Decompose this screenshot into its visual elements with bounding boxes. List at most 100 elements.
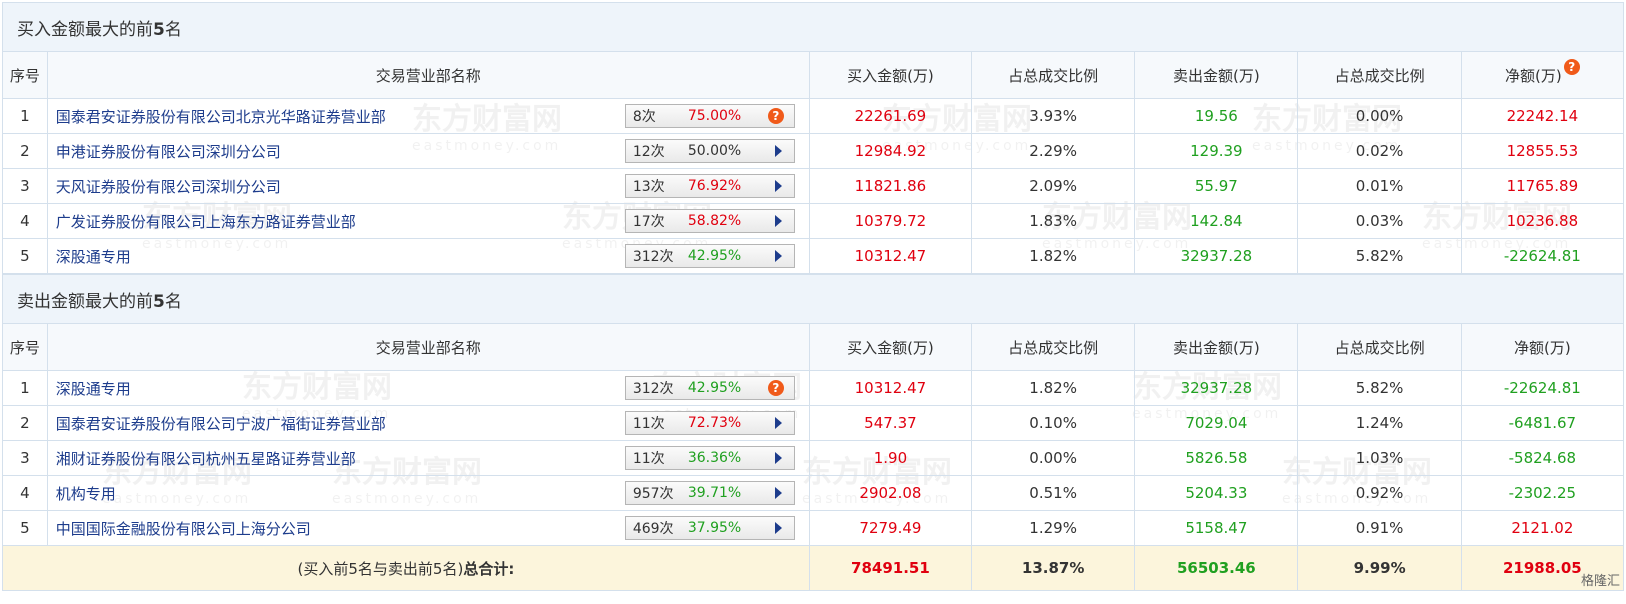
appear-count: 13次 [632, 179, 665, 195]
row-seq: 2 [2, 133, 48, 169]
history-stats-pill[interactable]: 13次 76.92% [624, 174, 795, 198]
sell-amount: 5826.58 [1134, 440, 1299, 476]
history-stats-pill[interactable]: 8次 75.00%? [624, 104, 795, 128]
table-row: 1 国泰君安证券股份有限公司北京光华路证券营业部 8次 75.00%? 22261.69… [2, 98, 1625, 134]
net-amount: -5824.68 [1460, 440, 1625, 476]
total-sell: 56503.46 [1134, 545, 1299, 591]
dept-name-link[interactable]: 湘财证券股份有限公司杭州五星路证券营业部 [56, 450, 356, 468]
net-help-icon[interactable]: ? [1563, 58, 1580, 75]
dept-name-link[interactable]: 深股通专用 [56, 380, 131, 398]
net-amount: -6481.67 [1460, 405, 1625, 441]
dept-name-link[interactable]: 国泰君安证券股份有限公司宁波广福街证券营业部 [56, 415, 386, 433]
sell-amount: 5158.47 [1134, 510, 1299, 546]
buy-ratio: 2.29% [971, 133, 1136, 169]
sell-section-title: 卖出金额最大的前5名 [2, 274, 1624, 324]
buy-ratio: 1.82% [971, 370, 1136, 406]
dept-name-link[interactable]: 中国国际金融股份有限公司上海分公司 [56, 520, 311, 538]
col-buy-ratio-header: 占总成交比例 [971, 323, 1136, 371]
expand-arrow-icon[interactable] [774, 452, 782, 464]
buy-ratio: 0.00% [971, 440, 1136, 476]
history-stats-pill[interactable]: 957次 39.71% [624, 481, 795, 505]
expand-arrow-icon[interactable] [774, 417, 782, 429]
row-seq: 4 [2, 475, 48, 511]
col-sell-ratio-header: 占总成交比例 [1297, 323, 1462, 371]
dept-name-link[interactable]: 天风证券股份有限公司深圳分公司 [56, 178, 281, 196]
buy-amount: 22261.69 [808, 98, 973, 134]
dept-name-cell: 国泰君安证券股份有限公司宁波广福街证券营业部 11次 72.73% [46, 405, 810, 441]
history-stats-pill[interactable]: 12次 50.00% [624, 139, 795, 163]
total-buy-ratio: 13.87% [971, 545, 1136, 591]
dept-name-cell: 中国国际金融股份有限公司上海分公司 469次 37.95% [46, 510, 810, 546]
net-amount: -22624.81 [1460, 370, 1625, 406]
row-seq: 5 [2, 510, 48, 546]
buy-amount: 7279.49 [808, 510, 973, 546]
sell-amount: 7029.04 [1134, 405, 1299, 441]
dept-name-link[interactable]: 国泰君安证券股份有限公司北京光华路证券营业部 [56, 108, 386, 126]
win-rate: 39.71% [687, 485, 742, 501]
sell-amount: 32937.28 [1134, 370, 1299, 406]
dept-name-link[interactable]: 深股通专用 [56, 248, 131, 266]
buy-ratio: 1.29% [971, 510, 1136, 546]
sell-amount: 19.56 [1134, 98, 1299, 134]
appear-count: 957次 [632, 486, 674, 502]
row-seq: 5 [2, 238, 48, 274]
col-name-header: 交易营业部名称 [46, 323, 810, 371]
net-amount: -2302.25 [1460, 475, 1625, 511]
appear-count: 312次 [632, 381, 674, 397]
col-seq-header: 序号 [2, 323, 48, 371]
col-net-header: 净额(万) [1460, 323, 1625, 371]
dept-name-link[interactable]: 申港证券股份有限公司深圳分公司 [56, 143, 281, 161]
buy-ratio: 2.09% [971, 168, 1136, 204]
sell-ratio: 1.03% [1297, 440, 1462, 476]
sell-ratio: 5.82% [1297, 238, 1462, 274]
history-stats-pill[interactable]: 312次 42.95%? [624, 376, 795, 400]
table-row: 5 深股通专用 312次 42.95% 10312.47 1.82% 32937.28 5.8… [2, 238, 1625, 274]
history-stats-pill[interactable]: 17次 58.82% [624, 209, 795, 233]
col-sell-header: 卖出金额(万) [1134, 323, 1299, 371]
dept-name-cell: 深股通专用 312次 42.95% [46, 238, 810, 274]
win-rate: 36.36% [687, 450, 742, 466]
corner-logo: 格隆汇 [1580, 574, 1620, 589]
net-amount: -22624.81 [1460, 238, 1625, 274]
appear-count: 11次 [632, 451, 665, 467]
expand-arrow-icon[interactable] [774, 145, 782, 157]
appear-count: 17次 [632, 214, 665, 230]
appear-count: 312次 [632, 249, 674, 265]
question-icon[interactable]: ? [767, 108, 784, 124]
buy-ratio: 3.93% [971, 98, 1136, 134]
col-sell-ratio-header: 占总成交比例 [1297, 51, 1462, 99]
dept-name-link[interactable]: 广发证券股份有限公司上海东方路证券营业部 [56, 213, 356, 231]
buy-ratio: 1.82% [971, 238, 1136, 274]
table-row: 2 国泰君安证券股份有限公司宁波广福街证券营业部 11次 72.73% 547.37 0.… [2, 405, 1625, 441]
col-buy-header: 买入金额(万) [808, 51, 973, 99]
appear-count: 469次 [632, 521, 674, 537]
sell-amount: 5204.33 [1134, 475, 1299, 511]
history-stats-pill[interactable]: 11次 36.36% [624, 446, 795, 470]
dept-name-cell: 申港证券股份有限公司深圳分公司 12次 50.00% [46, 133, 810, 169]
net-amount: 2121.02 [1460, 510, 1625, 546]
expand-arrow-icon[interactable] [774, 180, 782, 192]
history-stats-pill[interactable]: 312次 42.95% [624, 244, 795, 268]
question-icon[interactable]: ? [767, 380, 784, 396]
expand-arrow-icon[interactable] [774, 250, 782, 262]
row-seq: 1 [2, 98, 48, 134]
buy-amount: 11821.86 [808, 168, 973, 204]
col-net-header: 净额(万)? [1460, 51, 1625, 99]
appear-count: 8次 [632, 109, 656, 125]
table-row: 3 湘财证券股份有限公司杭州五星路证券营业部 11次 36.36% 1.90 0.00% 5… [2, 440, 1625, 476]
expand-arrow-icon[interactable] [774, 215, 782, 227]
total-row: (买入前5名与卖出前5名)总合计: 78491.51 13.87% 56503.… [2, 545, 1625, 591]
appear-count: 11次 [632, 416, 665, 432]
win-rate: 75.00% [687, 108, 742, 124]
expand-arrow-icon[interactable] [774, 522, 782, 534]
sell-ratio: 5.82% [1297, 370, 1462, 406]
win-rate: 50.00% [687, 143, 742, 159]
dept-name-cell: 广发证券股份有限公司上海东方路证券营业部 17次 58.82% [46, 203, 810, 239]
dept-name-link[interactable]: 机构专用 [56, 485, 116, 503]
table-row: 5 中国国际金融股份有限公司上海分公司 469次 37.95% 7279.49 1.29%… [2, 510, 1625, 546]
expand-arrow-icon[interactable] [774, 487, 782, 499]
row-seq: 1 [2, 370, 48, 406]
history-stats-pill[interactable]: 469次 37.95% [624, 516, 795, 540]
history-stats-pill[interactable]: 11次 72.73% [624, 411, 795, 435]
buy-ratio: 0.51% [971, 475, 1136, 511]
